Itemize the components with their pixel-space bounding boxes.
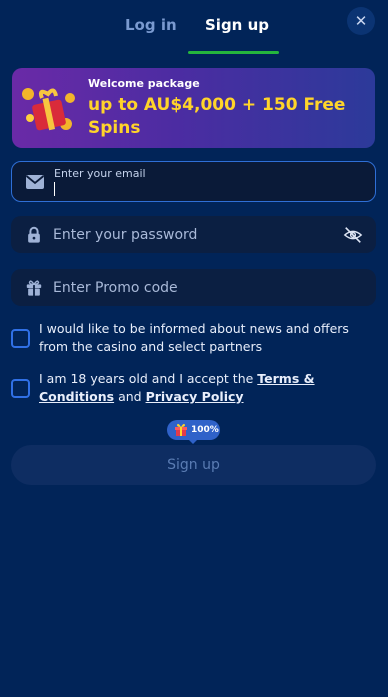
email-field[interactable]: Enter your email xyxy=(11,161,376,202)
promo-headline: up to AU$4,000 + 150 Free Spins xyxy=(88,95,346,138)
email-label: Enter your email xyxy=(54,167,146,180)
age-consent-label: I am 18 years old and I accept the Terms… xyxy=(39,370,379,406)
gift-box-icon xyxy=(22,88,75,131)
lock-icon xyxy=(28,226,40,243)
tab-login[interactable]: Log in xyxy=(125,16,177,34)
news-consent-checkbox[interactable] xyxy=(11,329,30,348)
and-text: and xyxy=(114,389,146,404)
gift-icon xyxy=(175,423,187,436)
age-consent-checkbox[interactable] xyxy=(11,379,30,398)
active-tab-indicator xyxy=(188,51,279,54)
close-button[interactable]: ✕ xyxy=(347,7,375,35)
news-consent-label: I would like to be informed about news a… xyxy=(39,321,349,354)
auth-tabs: Log in Sign up xyxy=(0,0,388,54)
password-field[interactable]: Enter your password xyxy=(11,216,376,253)
privacy-policy-link[interactable]: Privacy Policy xyxy=(146,389,244,404)
promo-code-placeholder: Enter Promo code xyxy=(53,279,178,296)
password-placeholder: Enter your password xyxy=(53,226,198,243)
gift-icon xyxy=(26,279,42,296)
promo-subtitle: Welcome package xyxy=(88,77,200,90)
age-consent-text: I am 18 years old and I accept the xyxy=(39,371,258,386)
tab-signup[interactable]: Sign up xyxy=(205,16,269,34)
welcome-package-banner: Welcome package up to AU$4,000 + 150 Fre… xyxy=(12,68,375,148)
envelope-icon xyxy=(25,174,45,189)
text-caret xyxy=(54,182,55,196)
eye-off-icon[interactable] xyxy=(343,226,363,244)
bonus-badge: 100% xyxy=(167,420,220,444)
signup-button[interactable]: Sign up xyxy=(11,445,376,485)
promo-code-field[interactable]: Enter Promo code xyxy=(11,269,376,306)
bonus-percent: 100% xyxy=(191,425,219,435)
close-icon: ✕ xyxy=(354,12,368,30)
